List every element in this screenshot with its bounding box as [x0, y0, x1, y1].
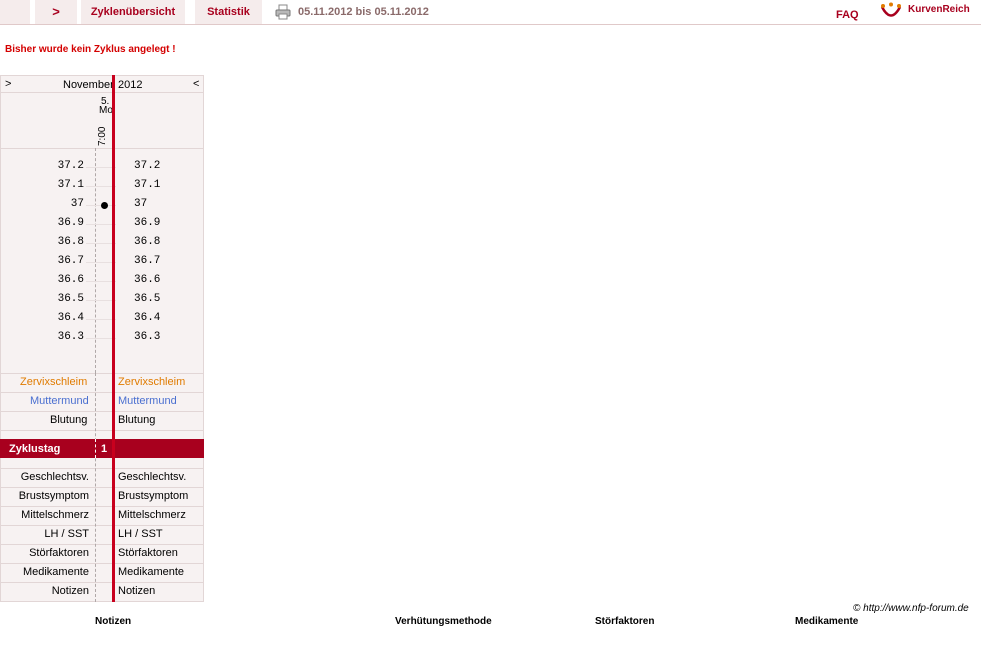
temperature-label-left: 36.5	[57, 293, 84, 305]
zyklustag-label: Zyklustag	[9, 443, 61, 455]
temperature-label-right: 36.9	[134, 217, 161, 229]
blutung-label-left: Blutung	[50, 414, 88, 426]
divider	[0, 582, 204, 583]
zyklustag-value: 1	[101, 443, 108, 455]
tab-zyklenuebersicht[interactable]: Zyklenübersicht	[81, 0, 185, 24]
day-column-line	[95, 439, 96, 458]
temperature-label-right: 36.6	[134, 274, 161, 286]
observation-label-right[interactable]: Mittelschmerz	[118, 509, 186, 521]
temperature-label-right: 37	[134, 198, 148, 210]
divider	[0, 506, 204, 507]
divider	[0, 525, 204, 526]
day-column-line	[95, 373, 96, 602]
divider	[0, 148, 204, 149]
temperature-label-left: 37.1	[57, 179, 84, 191]
zervixschleim-label-right[interactable]: Zervixschleim	[118, 376, 185, 388]
temperature-label-right: 37.1	[134, 179, 161, 191]
calendar-month: November	[63, 79, 114, 91]
footer-notizen-heading: Notizen	[95, 616, 132, 627]
temperature-label-left: 37	[70, 198, 84, 210]
day-column-line	[95, 148, 96, 373]
observation-label-right[interactable]: Medikamente	[118, 566, 184, 578]
observation-label-left: Medikamente	[22, 566, 89, 578]
footer-stoerfaktoren-heading: Störfaktoren	[595, 616, 655, 627]
divider	[0, 563, 204, 564]
temperature-label-left: 36.4	[57, 312, 84, 324]
divider	[0, 430, 204, 431]
temperature-label-left: 37.2	[57, 160, 84, 172]
muttermund-label-right[interactable]: Muttermund	[118, 395, 177, 407]
copyright: © http://www.nfp-forum.de	[853, 603, 969, 614]
divider	[0, 411, 204, 412]
muttermund-label-left: Muttermund	[30, 395, 89, 407]
current-day-marker	[112, 75, 115, 602]
observation-label-left: LH / SST	[44, 528, 89, 540]
footer-medikamente-heading: Medikamente	[795, 616, 859, 627]
faq-link[interactable]: FAQ	[836, 3, 859, 27]
observation-label-right[interactable]: Störfaktoren	[118, 547, 178, 559]
divider	[0, 544, 204, 545]
temperature-label-left: 36.6	[57, 274, 84, 286]
divider	[0, 92, 204, 93]
temperature-label-left: 36.9	[57, 217, 84, 229]
observation-label-right[interactable]: Notizen	[118, 585, 155, 597]
observation-label-left: Brustsymptom	[18, 490, 89, 502]
divider	[0, 392, 204, 393]
tab-statistik[interactable]: Statistik	[195, 0, 262, 24]
observation-label-left: Störfaktoren	[29, 547, 89, 559]
observation-label-right[interactable]: LH / SST	[118, 528, 163, 540]
temperature-label-left: 36.7	[57, 255, 84, 267]
temperature-label-right: 36.3	[134, 331, 161, 343]
divider	[0, 468, 204, 469]
temperature-label-right: 36.4	[134, 312, 161, 324]
day-weekday: Mo	[99, 105, 113, 116]
temperature-label-left: 36.8	[57, 236, 84, 248]
nav-blank-tab[interactable]	[0, 0, 30, 24]
observation-label-left: Mittelschmerz	[21, 509, 89, 521]
crown-icon	[880, 2, 902, 17]
blutung-label-right[interactable]: Blutung	[118, 414, 155, 426]
temperature-label-right: 36.8	[134, 236, 161, 248]
temperature-label-right: 37.2	[134, 160, 161, 172]
date-range: 05.11.2012 bis 05.11.2012	[298, 6, 429, 18]
temperature-label-right: 36.7	[134, 255, 161, 267]
temperature-label-right: 36.5	[134, 293, 161, 305]
temperature-measurement-point[interactable]	[101, 202, 108, 209]
temperature-label-left: 36.3	[57, 331, 84, 343]
no-cycle-notice: Bisher wurde kein Zyklus angelegt !	[5, 44, 176, 55]
divider	[0, 373, 204, 374]
observation-label-left: Notizen	[51, 585, 89, 597]
calendar-year: 2012	[118, 79, 143, 91]
footer-verhuetungsmethode-heading: Verhütungsmethode	[395, 616, 492, 627]
top-navbar: > Zyklenübersicht Statistik 05.11.2012 b…	[0, 0, 981, 25]
brand-name: KurvenReich	[908, 4, 970, 15]
divider	[0, 487, 204, 488]
zervixschleim-label-left: Zervixschleim	[20, 376, 88, 388]
calendar-prev-button[interactable]: >	[5, 78, 11, 90]
calendar-next-button[interactable]: <	[193, 78, 199, 90]
observation-label-left: Geschlechtsv.	[20, 471, 89, 483]
printer-icon[interactable]	[275, 4, 291, 20]
observation-label-right[interactable]: Brustsymptom	[118, 490, 188, 502]
measurement-time: 7:00	[97, 126, 108, 146]
nav-expand-button[interactable]: >	[35, 0, 77, 24]
observation-label-right[interactable]: Geschlechtsv.	[118, 471, 186, 483]
